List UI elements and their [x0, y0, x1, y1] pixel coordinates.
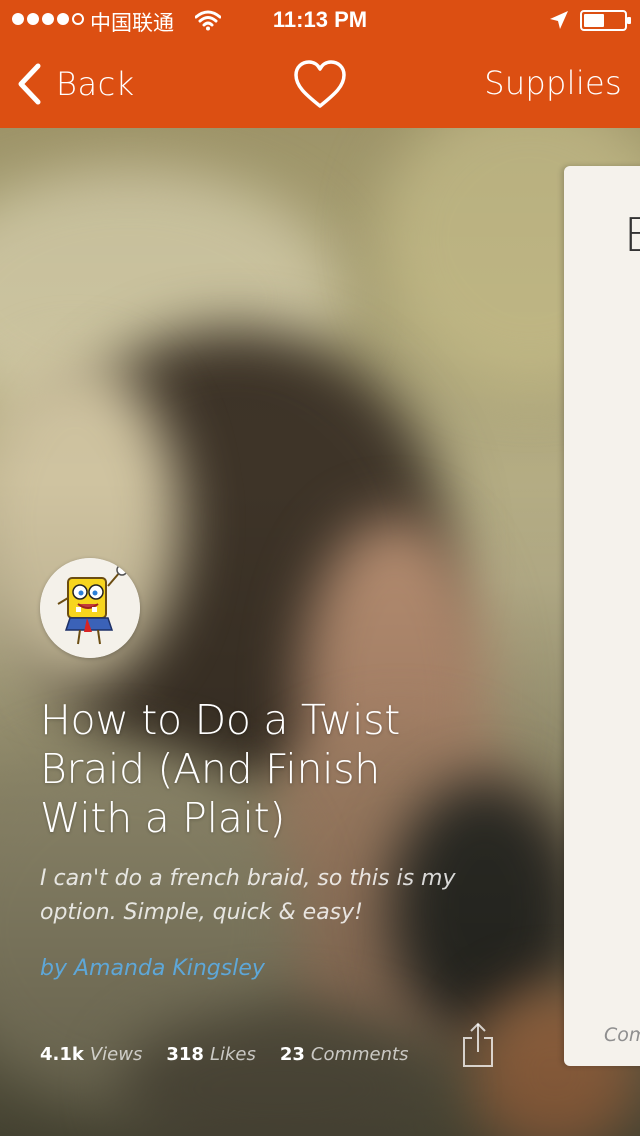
- project-title: How to Do a Twist Braid (And Finish With…: [40, 696, 401, 842]
- spongebob-avatar-icon: [40, 558, 140, 658]
- likes-label: Likes: [209, 1044, 256, 1065]
- navigation-bar: Back Supplies: [0, 40, 640, 128]
- chevron-left-icon: [18, 63, 41, 105]
- share-icon[interactable]: [460, 1022, 496, 1068]
- location-icon: [550, 11, 568, 29]
- views-stat: 4.1k Views: [40, 1044, 142, 1065]
- project-stats: 4.1k Views 318 Likes 23 Comments: [40, 1044, 432, 1065]
- comments-count: 23: [279, 1044, 305, 1065]
- likes-count: 318: [166, 1044, 204, 1065]
- views-count: 4.1k: [40, 1044, 84, 1065]
- comments-stat[interactable]: 23 Comments: [280, 1044, 409, 1065]
- supplies-button[interactable]: Supplies: [484, 64, 622, 102]
- project-description: I can't do a french braid, so this is my…: [40, 866, 456, 925]
- status-time: 11:13 PM: [272, 7, 368, 32]
- next-step-card[interactable]: E Com: [564, 166, 640, 1066]
- author-avatar[interactable]: [40, 558, 140, 658]
- likes-stat: 318 Likes: [166, 1044, 255, 1065]
- views-label: Views: [89, 1044, 143, 1065]
- battery-icon: [580, 10, 631, 31]
- back-button[interactable]: Back: [16, 62, 135, 106]
- back-label: Back: [56, 65, 135, 103]
- comments-label: Comments: [310, 1044, 409, 1065]
- author-link[interactable]: by Amanda Kingsley: [40, 956, 265, 981]
- heart-icon[interactable]: [293, 60, 347, 110]
- status-bar: 中国联通 11:13 PM: [0, 0, 640, 40]
- next-card-title-peek: E: [624, 208, 640, 262]
- next-card-footer-peek: Com: [604, 1024, 640, 1046]
